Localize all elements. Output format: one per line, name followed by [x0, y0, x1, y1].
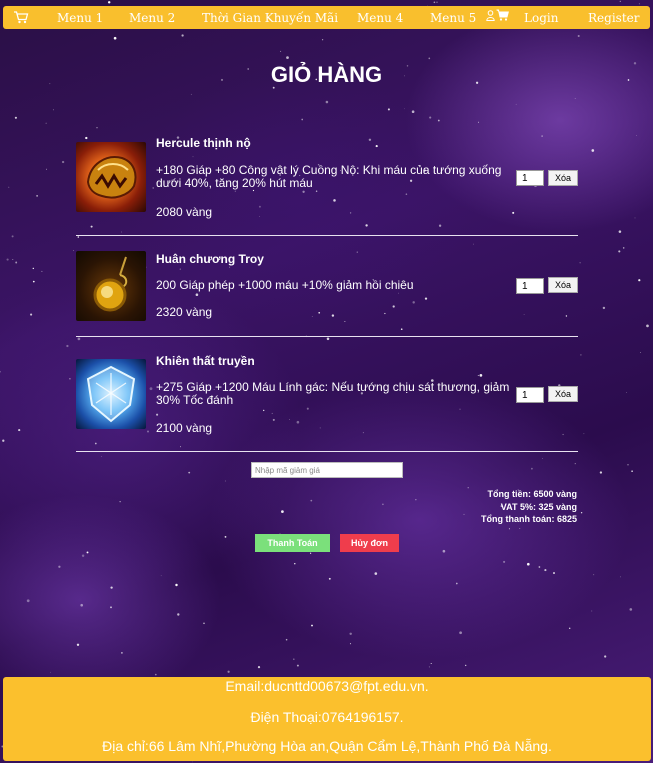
cart-item: Hercule thịnh nộ +180 Giáp +80 Công vật … — [76, 135, 578, 230]
item-divider — [76, 336, 578, 337]
nav-promotion-time[interactable]: Thời Gian Khuyến Mãi — [202, 11, 338, 25]
delete-item-button[interactable]: Xóa — [548, 386, 578, 402]
vat-amount: VAT 5%: 325 vàng — [500, 501, 577, 512]
item-divider — [76, 451, 578, 452]
item-price: 2080 vàng — [156, 205, 213, 219]
cart-item: Khiên thất truyền +275 Giáp +1200 Máu Lí… — [76, 353, 578, 445]
cart-icon[interactable] — [13, 10, 29, 24]
nav-menu-2[interactable]: Menu 2 — [129, 11, 175, 25]
item-description: 200 Giáp phép +1000 máu +10% giảm hồi ch… — [156, 278, 414, 292]
shopping-cart-icon[interactable] — [496, 9, 509, 21]
item-divider — [76, 235, 578, 236]
nav-menu-5[interactable]: Menu 5 — [430, 11, 476, 25]
total-amount: Tổng tiền: 6500 vàng — [487, 489, 577, 499]
grand-total: Tổng thanh toán: 6825 — [480, 514, 577, 524]
item-name: Huân chương Troy — [156, 252, 264, 266]
footer-phone: Điện Thoại:0764196157. — [250, 709, 404, 725]
item-name: Khiên thất truyền — [156, 354, 255, 368]
login-link[interactable]: Login — [524, 11, 558, 25]
top-navigation-bar: Menu 1 Menu 2 Thời Gian Khuyến Mãi Menu … — [3, 6, 650, 29]
register-link[interactable]: Register — [588, 11, 639, 25]
item-price: 2100 vàng — [156, 421, 213, 435]
footer: Email:ducnttd00673@fpt.edu.vn. Điện Thoạ… — [3, 677, 651, 761]
item-description: +275 Giáp +1200 Máu Lính gác: Nếu tướng … — [156, 380, 510, 407]
coupon-code-input[interactable] — [251, 462, 403, 478]
cart-item: Huân chương Troy 200 Giáp phép +1000 máu… — [76, 251, 578, 331]
page-title: GIỎ HÀNG — [270, 62, 383, 87]
quantity-input[interactable] — [516, 170, 544, 186]
cancel-order-button[interactable]: Hủy đơn — [340, 534, 399, 552]
hercule-fury-icon — [76, 142, 146, 212]
quantity-input[interactable] — [516, 278, 544, 294]
footer-address: Địa chỉ:66 Lâm Nhĩ,Phường Hòa an,Quận Cẩ… — [102, 738, 552, 754]
quantity-input[interactable] — [516, 387, 544, 403]
item-name: Hercule thịnh nộ — [156, 136, 251, 150]
nav-menu-4[interactable]: Menu 4 — [357, 11, 403, 25]
lost-shield-icon — [76, 359, 146, 429]
order-totals: Tổng tiền: 6500 vàng VAT 5%: 325 vàng Tổ… — [481, 488, 577, 526]
delete-item-button[interactable]: Xóa — [548, 277, 578, 293]
footer-email: Email:ducnttd00673@fpt.edu.vn. — [225, 678, 429, 694]
checkout-button[interactable]: Thanh Toán — [255, 534, 330, 552]
delete-item-button[interactable]: Xóa — [548, 170, 578, 186]
item-price: 2320 vàng — [156, 305, 213, 319]
troy-medal-icon — [76, 251, 146, 321]
item-description: +180 Giáp +80 Công vật lý Cuồng Nộ: Khi … — [156, 163, 502, 190]
nav-menu-1[interactable]: Menu 1 — [57, 11, 103, 25]
user-icon[interactable] — [486, 10, 495, 21]
